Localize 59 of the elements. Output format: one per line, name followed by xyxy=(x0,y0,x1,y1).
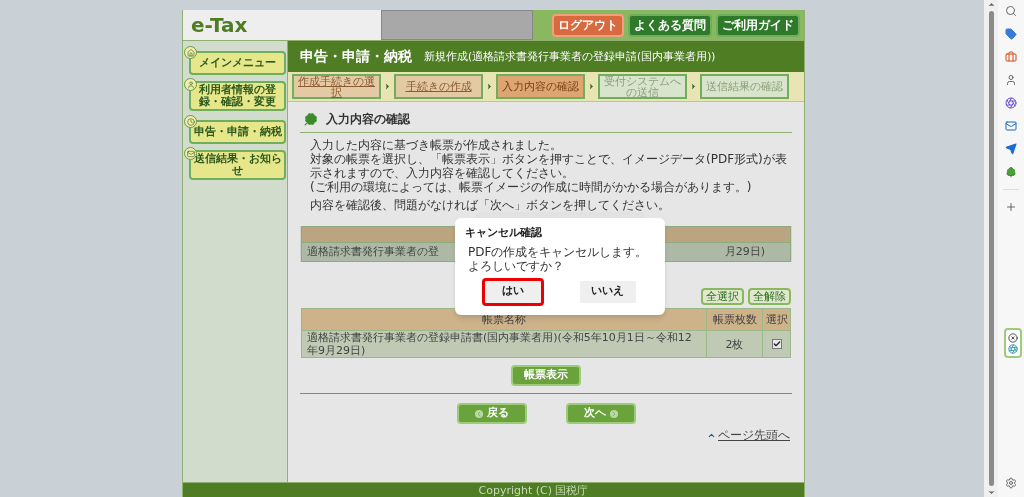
page-title: 申告・申請・納税 xyxy=(300,47,412,66)
step-arrow-icon xyxy=(689,82,698,91)
step-arrow-icon xyxy=(587,82,596,91)
table-cell-text: 月29日) xyxy=(724,243,765,260)
sidebar-menu-button[interactable]: 利用者情報の登録・確認・変更 xyxy=(189,81,286,111)
dialog-button[interactable]: はい xyxy=(481,277,544,306)
sidebar-menu-button[interactable]: 申告・申請・納税 xyxy=(189,120,286,144)
page-top-link[interactable]: ページ先頭へ xyxy=(718,426,790,444)
table-cell: 2枚 xyxy=(706,330,763,358)
close-icon[interactable] xyxy=(1008,332,1018,343)
step-indicator: 受付システムへの送信 xyxy=(598,74,687,99)
scroll-down-icon[interactable] xyxy=(986,488,996,497)
tag-icon[interactable] xyxy=(1005,28,1017,40)
sidebar-icon xyxy=(184,46,197,59)
person-icon[interactable] xyxy=(1005,74,1017,86)
column-header: 帳票枚数 xyxy=(706,308,763,331)
back-button[interactable]: 戻る xyxy=(456,403,527,424)
copyright-text: Copyright (C) 国税庁 xyxy=(478,483,589,497)
select-all-button[interactable]: 全解除 xyxy=(748,288,791,305)
section-heading: 入力内容の確認 xyxy=(326,111,410,128)
table-cell: 適格請求書発行事業者の登録申請書(国内事業者用)(令和5年10月1日～令和12年9月29日) xyxy=(301,330,707,358)
add-icon[interactable] xyxy=(1005,201,1017,213)
step-indicator: 入力内容の確認 xyxy=(496,74,585,99)
circle-icon[interactable] xyxy=(1005,97,1017,109)
next-button[interactable]: 次へ xyxy=(565,403,636,424)
briefcase-icon[interactable] xyxy=(1005,51,1017,63)
sidebar-icon xyxy=(184,78,197,91)
page-subtitle: 新規作成(適格請求書発行事業者の登録申請(国内事業者用)) xyxy=(424,48,716,64)
view-form-button[interactable]: 帳票表示 xyxy=(511,365,581,386)
tree-icon[interactable] xyxy=(1005,166,1017,178)
next-arrow-icon xyxy=(609,409,618,418)
step-arrow-icon xyxy=(383,82,392,91)
site-logo: e-Tax xyxy=(191,12,249,39)
column-header: 選択 xyxy=(762,308,791,331)
intro-text: 対象の帳票を選択し、「帳票表示」ボタンを押すことで、イメージデータ(PDF形式)が表示されますので、入力内容を確認してください。 xyxy=(310,152,788,180)
search-icon[interactable] xyxy=(1005,5,1017,17)
table-cell-text: 適格請求書発行事業者の登 xyxy=(307,243,439,260)
dialog-message: PDFの作成をキャンセルします。よろしいですか？ xyxy=(468,244,649,273)
step-indicator[interactable]: 作成手続きの選択 xyxy=(292,74,381,99)
instruction-text: 内容を確認後、問題がなければ「次へ」ボタンを押してください。 xyxy=(310,198,671,212)
step-indicator[interactable]: 手続きの作成 xyxy=(394,74,483,99)
intro-text: 入力した内容に基づき帳票が作成されました。 xyxy=(310,138,563,152)
sidebar-menu-button[interactable]: メインメニュー xyxy=(189,51,286,75)
logout-button[interactable]: ログアウト xyxy=(552,13,624,37)
step-arrow-icon xyxy=(485,82,494,91)
intro-text: (ご利用の環境によっては、帳票イメージの作成に時間がかかる場合があります。) xyxy=(310,180,753,194)
dialog-title: キャンセル確認 xyxy=(465,225,543,241)
back-arrow-icon xyxy=(474,409,483,418)
scroll-up-icon[interactable] xyxy=(986,0,996,9)
select-all-button[interactable]: 全選択 xyxy=(701,288,744,305)
header-link-button[interactable]: よくある質問 xyxy=(628,13,712,37)
step-indicator: 送信結果の確認 xyxy=(700,74,789,99)
clover-icon xyxy=(304,112,318,126)
checkbox[interactable] xyxy=(771,339,782,349)
mail-icon[interactable] xyxy=(1005,120,1017,132)
header-link-button[interactable]: ご利用ガイド xyxy=(716,13,800,37)
send-icon[interactable] xyxy=(1005,143,1017,155)
settings-icon[interactable] xyxy=(1005,477,1017,489)
circle-icon[interactable] xyxy=(1008,343,1018,354)
